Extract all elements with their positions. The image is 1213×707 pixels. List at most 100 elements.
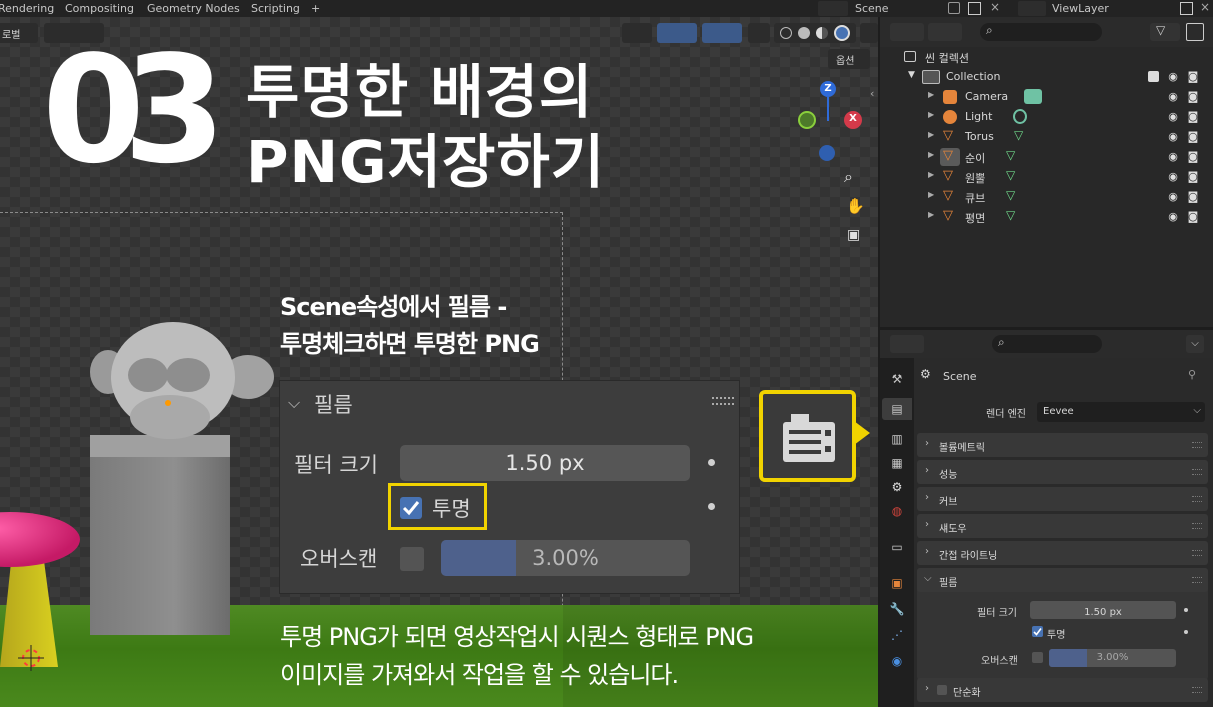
sidebar-toggle-icon[interactable]: ‹ [870, 87, 874, 100]
drag-grip-icon[interactable] [1192, 469, 1202, 475]
physics-tab-icon[interactable]: ◉ [888, 652, 906, 670]
mesh-data-icon[interactable]: ▽ [1006, 148, 1015, 162]
tab-rendering[interactable]: Rendering [0, 2, 54, 15]
chevron-down-icon[interactable]: ⌵ [1186, 335, 1204, 353]
overlay-toggle-icon[interactable] [702, 23, 742, 43]
tab-scripting[interactable]: Scripting [251, 2, 300, 15]
filter-size-field[interactable]: 1.50 px [1030, 601, 1176, 619]
outliner-item-light[interactable]: ▶ Light ◉ ◙ [880, 107, 1213, 127]
camera-render-icon[interactable]: ◙ [1186, 110, 1200, 124]
film-header[interactable]: 필름 [314, 389, 353, 419]
transparent-checkbox[interactable] [1032, 626, 1043, 637]
world-tab-icon[interactable]: ◍ [888, 502, 906, 520]
eye-icon[interactable]: ◉ [1166, 170, 1180, 184]
eye-icon[interactable]: ◉ [1166, 110, 1180, 124]
xray-icon[interactable] [748, 23, 770, 43]
gizmo-neg-z[interactable] [819, 145, 835, 161]
3d-cursor-icon[interactable] [18, 645, 44, 671]
editor-type-icon[interactable] [890, 23, 924, 41]
modifier-tab-icon[interactable]: 🔧 [888, 600, 906, 618]
eye-icon[interactable]: ◉ [1166, 90, 1180, 104]
expand-chevron-icon[interactable]: ▶ [928, 130, 934, 139]
camera-render-icon[interactable]: ◙ [1186, 190, 1200, 204]
view-layer-tab-icon[interactable]: ▦ [888, 454, 906, 472]
overscan-slider[interactable]: 3.00% [441, 540, 690, 576]
gizmo-y-axis[interactable] [798, 111, 816, 129]
overscan-checkbox[interactable] [1032, 652, 1043, 663]
close-icon[interactable]: × [1200, 0, 1210, 14]
outliner-item-cone[interactable]: ▶ ▽ 원뿔 ▽ ◉ ◙ [880, 167, 1213, 187]
outliner-item-plane[interactable]: ▶ ▽ 평면 ▽ ◉ ◙ [880, 207, 1213, 227]
eye-icon[interactable]: ◉ [1166, 70, 1180, 84]
keyframe-dot-icon[interactable] [1184, 630, 1188, 634]
zoom-icon[interactable]: ⌕ [844, 167, 853, 187]
drag-grip-icon[interactable] [1192, 523, 1202, 529]
camera-render-icon[interactable]: ◙ [1186, 130, 1200, 144]
film-section-header[interactable]: ⌵ 필름 [917, 568, 1208, 592]
object-tab-icon[interactable]: ▣ [888, 574, 906, 592]
scene-name[interactable]: Scene [855, 2, 889, 15]
outliner-search-input[interactable]: ⌕ [980, 23, 1102, 41]
expand-chevron-icon[interactable]: ▶ [928, 110, 934, 119]
expand-chevron-icon[interactable]: ▶ [928, 170, 934, 179]
outliner-item-cube[interactable]: ▶ ▽ 큐브 ▽ ◉ ◙ [880, 187, 1213, 207]
camera-render-icon[interactable]: ◙ [1186, 90, 1200, 104]
camera-render-icon[interactable]: ◙ [1186, 150, 1200, 164]
pin-icon[interactable] [948, 2, 960, 14]
camera-data-icon[interactable] [1024, 89, 1042, 104]
view-layer-icon[interactable] [1018, 1, 1046, 16]
mesh-data-icon[interactable]: ▽ [1006, 168, 1015, 182]
scene-tab-icon[interactable]: ⚙ [888, 478, 906, 496]
section-performance[interactable]: › 성능 [917, 460, 1208, 484]
eye-icon[interactable]: ◉ [1166, 150, 1180, 164]
close-icon[interactable]: × [990, 0, 1000, 14]
add-workspace-button[interactable]: + [311, 2, 320, 15]
section-shadows[interactable]: › 섀도우 [917, 514, 1208, 538]
mesh-data-icon[interactable]: ▽ [1006, 188, 1015, 202]
camera-view-icon[interactable]: ▣ [847, 227, 860, 243]
simplify-checkbox[interactable] [937, 685, 947, 695]
drag-grip-icon[interactable] [712, 397, 734, 405]
filter-size-field[interactable]: 1.50 px [400, 445, 690, 481]
camera-render-icon[interactable]: ◙ [1186, 70, 1200, 84]
render-engine-dropdown[interactable]: Eevee ⌵ [1037, 402, 1205, 422]
expand-chevron-icon[interactable]: ▶ [928, 210, 934, 219]
drag-grip-icon[interactable] [1192, 550, 1202, 556]
hand-pan-icon[interactable]: ✋ [846, 197, 865, 215]
editor-type-icon[interactable] [890, 335, 924, 353]
drag-grip-icon[interactable] [1192, 577, 1202, 583]
mesh-data-icon[interactable]: ▽ [1014, 128, 1023, 142]
shading-mode-buttons[interactable] [774, 23, 856, 43]
new-collection-icon[interactable] [1186, 23, 1204, 41]
overscan-checkbox[interactable] [400, 547, 424, 571]
wireframe-icon[interactable] [780, 27, 792, 39]
expand-chevron-icon[interactable]: ▶ [928, 190, 934, 199]
overlay-dropdown[interactable]: 로벌 [0, 23, 38, 43]
eye-icon[interactable]: ◉ [1166, 190, 1180, 204]
expand-chevron-icon[interactable]: ▼ [908, 70, 915, 80]
filter-icon[interactable]: ▽ [1150, 23, 1180, 41]
options-dropdown[interactable]: 옵션 [828, 49, 870, 69]
render-tab-icon[interactable]: ▤ [888, 400, 906, 418]
tab-geometry-nodes[interactable]: Geometry Nodes [147, 2, 240, 15]
shading-dropdown[interactable] [860, 23, 878, 43]
material-preview-icon[interactable] [816, 27, 828, 39]
drag-grip-icon[interactable] [1192, 687, 1202, 693]
gizmo-toggle-icon[interactable] [657, 23, 697, 43]
chevron-down-icon[interactable]: ⌵ [288, 393, 300, 413]
outliner-item-camera[interactable]: ▶ Camera ◉ ◙ [880, 87, 1213, 107]
collection-tab-icon[interactable]: ▭ [888, 538, 906, 556]
mesh-data-icon[interactable]: ▽ [1006, 208, 1015, 222]
solid-icon[interactable] [798, 27, 810, 39]
expand-chevron-icon[interactable]: ▶ [928, 150, 934, 159]
outliner-item-torus[interactable]: ▶ ▽ Torus ▽ ◉ ◙ [880, 127, 1213, 147]
visibility-icon[interactable] [622, 23, 652, 43]
keyframe-dot-icon[interactable] [708, 459, 715, 466]
drag-grip-icon[interactable] [1192, 496, 1202, 502]
section-indirect-lighting[interactable]: › 간접 라이트닝 [917, 541, 1208, 565]
output-tab-icon[interactable]: ▥ [888, 430, 906, 448]
collection-checkbox[interactable] [1148, 71, 1159, 82]
overscan-slider[interactable]: 3.00% [1049, 649, 1176, 667]
outliner-item-suni[interactable]: ▶ ▽ 순이 ▽ ◉ ◙ [880, 147, 1213, 167]
gizmo-x-axis[interactable]: X [844, 111, 862, 129]
